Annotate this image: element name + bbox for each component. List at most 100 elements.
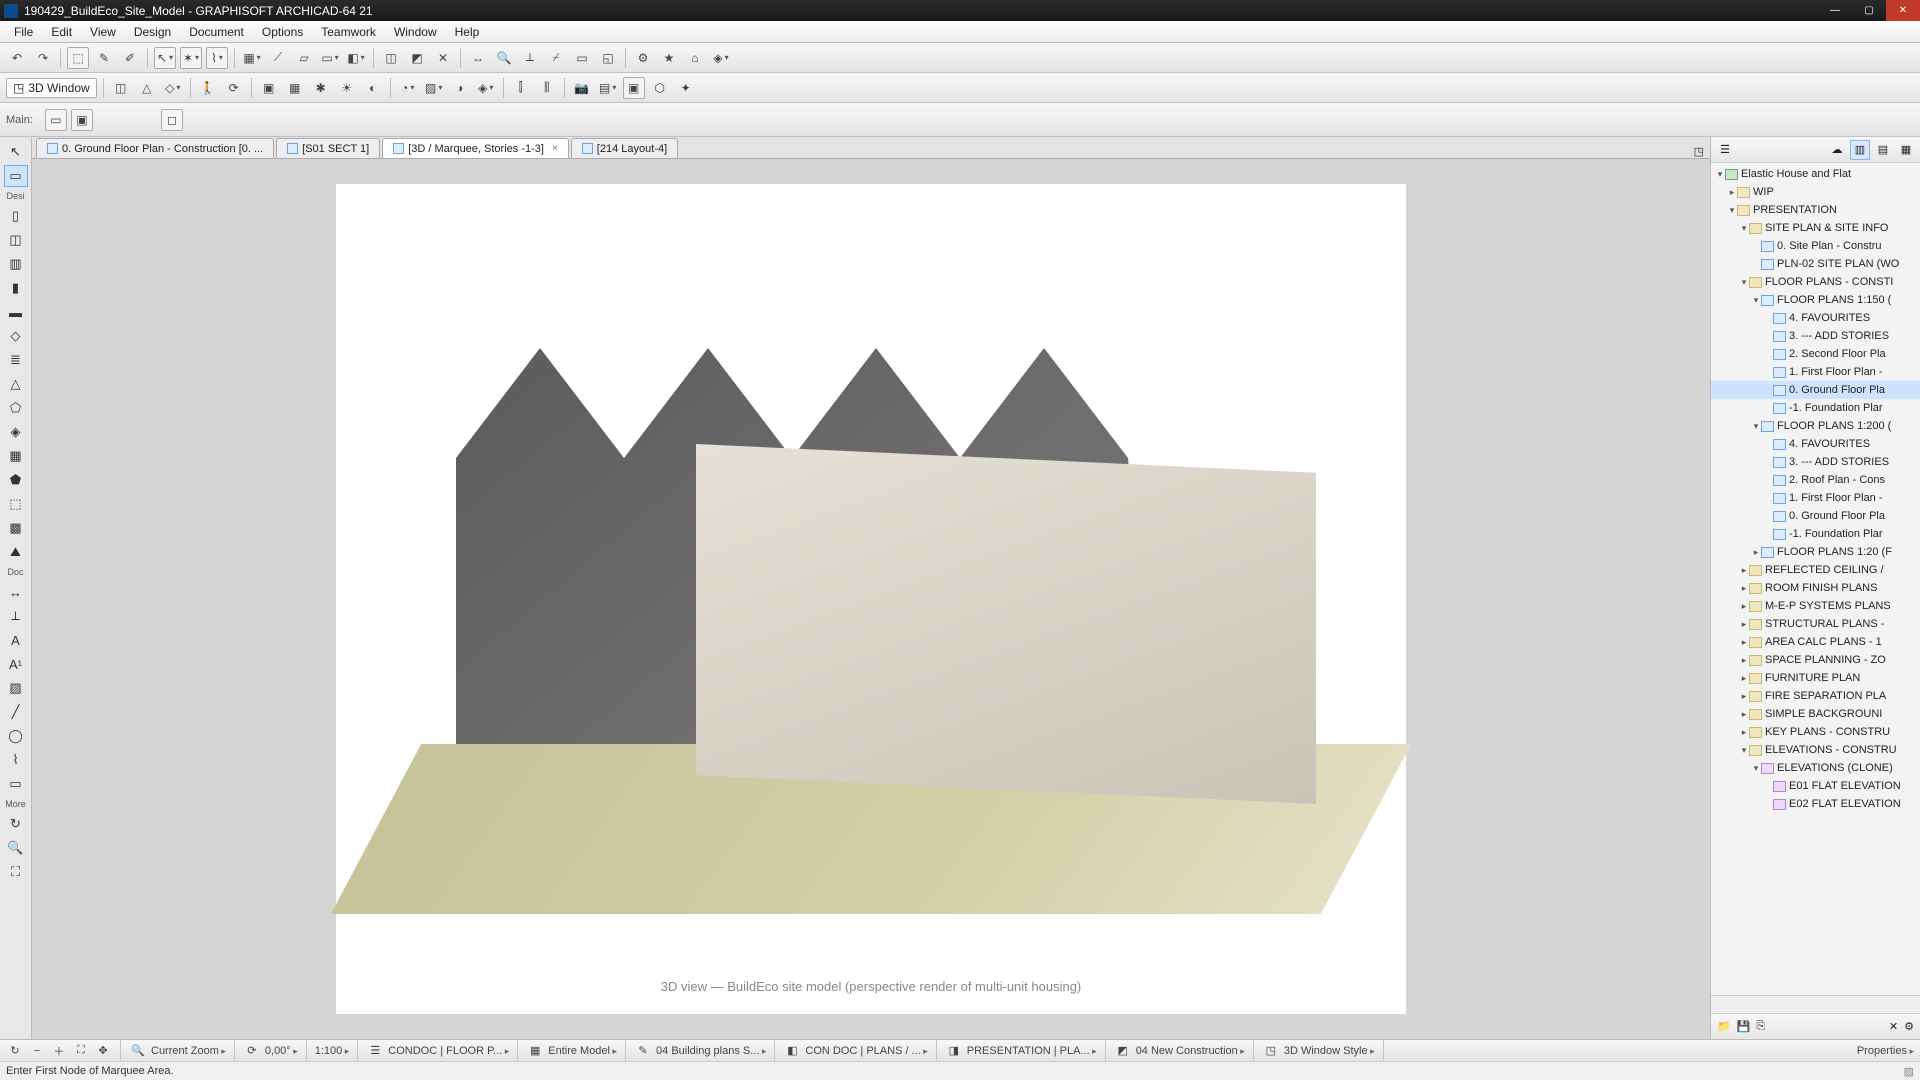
split-icon[interactable]: ⌿ bbox=[545, 47, 567, 69]
align-icon[interactable]: ⫿ bbox=[510, 77, 532, 99]
nav-layoutbook-icon[interactable]: ▤ bbox=[1873, 140, 1893, 160]
tree-row[interactable]: 3. --- ADD STORIES bbox=[1711, 453, 1920, 471]
line-tool-icon[interactable]: ╱ bbox=[4, 701, 28, 723]
beam-tool-icon[interactable]: ▬ bbox=[4, 301, 28, 323]
tree-row[interactable]: ▸FIRE SEPARATION PLA bbox=[1711, 687, 1920, 705]
tree-row[interactable]: ▾ELEVATIONS - CONSTRU bbox=[1711, 741, 1920, 759]
view-ext-icon[interactable]: ◈ bbox=[710, 47, 732, 69]
tree-row[interactable]: ▸M-E-P SYSTEMS PLANS bbox=[1711, 597, 1920, 615]
nav-save-view-icon[interactable]: 💾 bbox=[1737, 1020, 1751, 1033]
cutaway-icon[interactable]: ◐ bbox=[362, 77, 384, 99]
axo-icon[interactable]: ◫ bbox=[110, 77, 132, 99]
tree-row[interactable]: ▸FURNITURE PLAN bbox=[1711, 669, 1920, 687]
inject-icon[interactable]: ✐ bbox=[119, 47, 141, 69]
column-tool-icon[interactable]: ▮ bbox=[4, 277, 28, 299]
disclosure-icon[interactable]: ▾ bbox=[1739, 277, 1749, 288]
disclosure-icon[interactable]: ▾ bbox=[1715, 169, 1725, 180]
orbit-icon[interactable]: ⟳ bbox=[223, 77, 245, 99]
sb-layers-icon[interactable]: ☰ bbox=[366, 1042, 384, 1060]
extras-icon[interactable]: ✦ bbox=[675, 77, 697, 99]
sb-scale[interactable]: 1:100 bbox=[315, 1045, 350, 1057]
arc-tool-icon[interactable]: ◯ bbox=[4, 725, 28, 747]
tree-row[interactable]: ▾FLOOR PLANS 1:200 ( bbox=[1711, 417, 1920, 435]
shell-tool-icon[interactable]: ⬠ bbox=[4, 397, 28, 419]
tree-row[interactable]: 0. Site Plan - Constru bbox=[1711, 237, 1920, 255]
menu-file[interactable]: File bbox=[6, 23, 41, 41]
tree-row[interactable]: E02 FLAT ELEVATION bbox=[1711, 795, 1920, 813]
disclosure-icon[interactable]: ▾ bbox=[1751, 421, 1761, 432]
disclosure-icon[interactable]: ▸ bbox=[1739, 691, 1749, 702]
tree-row[interactable]: 2. Roof Plan - Cons bbox=[1711, 471, 1920, 489]
sb-properties[interactable]: Properties bbox=[1857, 1045, 1914, 1057]
sb-3dstyle-icon[interactable]: ◳ bbox=[1262, 1042, 1280, 1060]
snap-icon[interactable]: ▱ bbox=[293, 47, 315, 69]
tree-row[interactable]: -1. Foundation Plar bbox=[1711, 525, 1920, 543]
nav-cloud-icon[interactable]: ☁ bbox=[1827, 140, 1847, 160]
tree-row[interactable]: ▸FLOOR PLANS 1:20 (F bbox=[1711, 543, 1920, 561]
elements-3d-icon[interactable]: ▣ bbox=[258, 77, 280, 99]
tree-row[interactable]: ▸KEY PLANS - CONSTRU bbox=[1711, 723, 1920, 741]
fit-tool-icon[interactable]: ⛶ bbox=[4, 861, 28, 883]
zone-tool-icon[interactable]: ▩ bbox=[4, 517, 28, 539]
disclosure-icon[interactable]: ▸ bbox=[1739, 709, 1749, 720]
menu-help[interactable]: Help bbox=[447, 23, 488, 41]
render-settings-icon[interactable]: ▤ bbox=[597, 77, 619, 99]
sb-zoom-label[interactable]: Current Zoom bbox=[151, 1045, 226, 1057]
sb-mvo[interactable]: CON DOC | PLANS / ... bbox=[805, 1045, 927, 1057]
view-tab[interactable]: [S01 SECT 1] bbox=[276, 138, 380, 158]
sb-reno-icon[interactable]: ◩ bbox=[1114, 1042, 1132, 1060]
tab-close-icon[interactable]: × bbox=[552, 143, 558, 154]
filter-3d-icon[interactable]: ✱ bbox=[310, 77, 332, 99]
disclosure-icon[interactable]: ▸ bbox=[1739, 637, 1749, 648]
sb-penset[interactable]: 04 Building plans S... bbox=[656, 1045, 766, 1057]
tree-row[interactable]: ▸AREA CALC PLANS - 1 bbox=[1711, 633, 1920, 651]
curtainwall-tool-icon[interactable]: ▦ bbox=[4, 445, 28, 467]
suspend-icon[interactable]: ✕ bbox=[432, 47, 454, 69]
pick-icon[interactable]: ⬚ bbox=[67, 47, 89, 69]
sb-reno[interactable]: 04 New Construction bbox=[1136, 1045, 1245, 1057]
level-dim-tool-icon[interactable]: ⟂ bbox=[4, 605, 28, 627]
tree-row[interactable]: ▾FLOOR PLANS 1:150 ( bbox=[1711, 291, 1920, 309]
tab-list-icon[interactable]: ◳ bbox=[1694, 145, 1704, 158]
disclosure-icon[interactable]: ▾ bbox=[1751, 763, 1761, 774]
attributes-icon[interactable]: ⚙ bbox=[632, 47, 654, 69]
fill-tool-icon[interactable]: ▨ bbox=[4, 677, 28, 699]
tree-row[interactable]: 4. FAVOURITES bbox=[1711, 309, 1920, 327]
tree-row[interactable]: ▾FLOOR PLANS - CONSTI bbox=[1711, 273, 1920, 291]
skylight-tool-icon[interactable]: ◈ bbox=[4, 421, 28, 443]
drawing-tool-icon[interactable]: ▭ bbox=[4, 773, 28, 795]
view-tab[interactable]: [214 Layout-4] bbox=[571, 138, 678, 158]
marquee-3d-icon[interactable]: ▦ bbox=[284, 77, 306, 99]
menu-edit[interactable]: Edit bbox=[43, 23, 80, 41]
disclosure-icon[interactable]: ▾ bbox=[1739, 223, 1749, 234]
sb-gdl-icon[interactable]: ◨ bbox=[945, 1042, 963, 1060]
nav-settings-icon[interactable]: ⚙ bbox=[1904, 1020, 1914, 1033]
sb-penset-icon[interactable]: ✎ bbox=[634, 1042, 652, 1060]
eyedropper-icon[interactable]: ✎ bbox=[93, 47, 115, 69]
grid-icon[interactable]: ▦ bbox=[241, 47, 263, 69]
nav-delete-icon[interactable]: ✕ bbox=[1889, 1020, 1898, 1033]
render-engine-icon[interactable]: ◈ bbox=[475, 77, 497, 99]
polyline-tool-icon[interactable]: ⌇ bbox=[4, 749, 28, 771]
arrow-mode-icon[interactable]: ↖ bbox=[154, 47, 176, 69]
slab-tool-icon[interactable]: ◇ bbox=[4, 325, 28, 347]
tree-row[interactable]: 2. Second Floor Pla bbox=[1711, 345, 1920, 363]
menu-view[interactable]: View bbox=[82, 23, 124, 41]
dimension-tool-icon[interactable]: ↔ bbox=[4, 581, 28, 603]
sun-icon[interactable]: ☀ bbox=[336, 77, 358, 99]
navigator-hscroll[interactable] bbox=[1711, 995, 1920, 1013]
ruler-icon[interactable]: ⟋ bbox=[267, 47, 289, 69]
snap-opts-icon[interactable]: ▭ bbox=[319, 47, 341, 69]
adjust-icon[interactable]: ▭ bbox=[571, 47, 593, 69]
sb-gdl[interactable]: PRESENTATION | PLA... bbox=[967, 1045, 1097, 1057]
walk-icon[interactable]: 🚶 bbox=[197, 77, 219, 99]
menu-document[interactable]: Document bbox=[181, 23, 252, 41]
find-icon[interactable]: 🔍 bbox=[493, 47, 515, 69]
measure-icon[interactable]: ↔ bbox=[467, 47, 489, 69]
window-tool-icon[interactable]: ▥ bbox=[4, 253, 28, 275]
tree-row[interactable]: ▸SPACE PLANNING - ZO bbox=[1711, 651, 1920, 669]
tree-row[interactable]: 0. Ground Floor Pla bbox=[1711, 507, 1920, 525]
shading-icon[interactable]: ▨ bbox=[423, 77, 445, 99]
tree-row[interactable]: PLN-02 SITE PLAN (WO bbox=[1711, 255, 1920, 273]
sb-refresh-icon[interactable]: ↻ bbox=[6, 1042, 24, 1060]
